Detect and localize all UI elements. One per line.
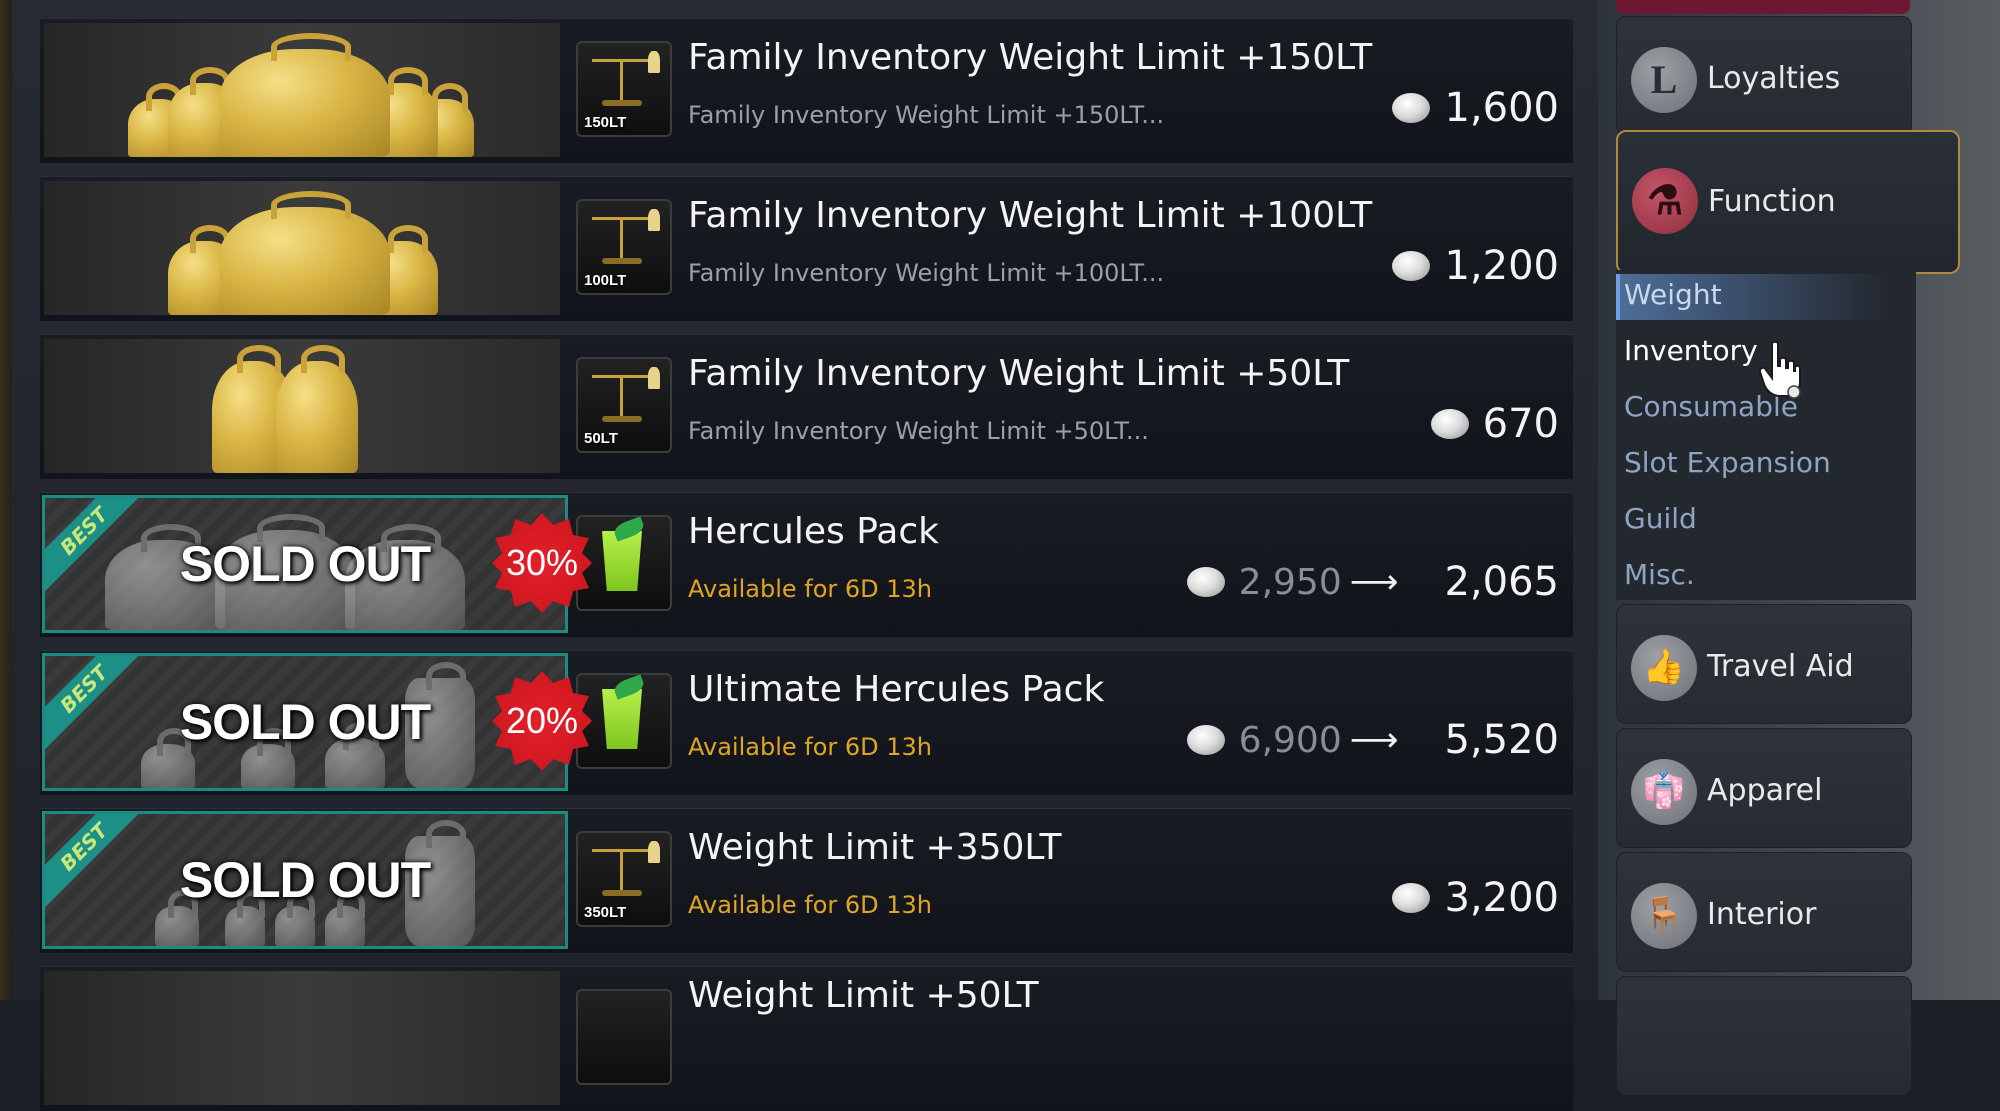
shop-item-row[interactable]: 50LT Family Inventory Weight Limit +50LT…	[40, 334, 1573, 479]
item-banner-image	[44, 339, 560, 473]
arrow-right-icon: ⟶	[1349, 562, 1399, 602]
category-label: Interior	[1707, 897, 1817, 932]
original-price: 6,900	[1238, 719, 1342, 761]
price-value: 670	[1482, 401, 1559, 447]
subcategory-inventory[interactable]: Inventory	[1624, 334, 1758, 367]
category-function[interactable]: ⚗ Function	[1616, 130, 1960, 274]
sold-out-label: SOLD OUT	[179, 536, 431, 592]
sold-out-label: SOLD OUT	[179, 852, 431, 908]
original-price: 2,950	[1238, 561, 1342, 603]
sold-out-label: SOLD OUT	[179, 694, 431, 750]
item-title: Weight Limit +350LT	[688, 827, 1062, 868]
category-apparel[interactable]: 👘 Apparel	[1616, 728, 1912, 848]
shop-item-row[interactable]: BEST SOLD OUT 30% Hercules Pack Availabl…	[40, 492, 1573, 637]
item-price: 2,950 ⟶ 2,065	[1186, 559, 1559, 605]
item-title: Family Inventory Weight Limit +50LT	[688, 353, 1350, 394]
category-sidebar: L Loyalties ⚗ Function Weight Inventory …	[1598, 0, 2000, 1096]
jacket-icon: 👘	[1631, 759, 1697, 825]
category-tab-top[interactable]	[1616, 0, 1910, 14]
category-label: Apparel	[1707, 773, 1823, 808]
item-banner-image: BEST SOLD OUT	[42, 653, 568, 791]
availability-timer: Available for 6D 13h	[688, 733, 933, 761]
shop-item-row[interactable]: 150LT Family Inventory Weight Limit +150…	[40, 18, 1573, 163]
pearl-currency-icon	[1186, 567, 1225, 597]
category-label: Loyalties	[1707, 61, 1841, 96]
item-banner-image: BEST SOLD OUT	[42, 811, 568, 949]
price-value: 1,600	[1444, 85, 1559, 131]
item-title: Family Inventory Weight Limit +150LT	[688, 37, 1373, 78]
category-next[interactable]	[1616, 976, 1912, 1096]
item-title: Hercules Pack	[688, 511, 939, 552]
item-banner-image	[44, 23, 560, 157]
price-value: 3,200	[1444, 875, 1559, 921]
shop-item-row[interactable]: BEST SOLD OUT 20% Ultimate Hercules Pack…	[40, 650, 1573, 795]
flask-icon: ⚗	[1632, 168, 1698, 234]
item-description: Family Inventory Weight Limit +50LT...	[688, 417, 1149, 445]
loyalty-l-icon: L	[1631, 47, 1697, 113]
weight-scale-icon	[576, 989, 672, 1085]
subcategory-list: Weight Inventory Consumable Slot Expansi…	[1616, 270, 1916, 600]
list-edge	[0, 0, 12, 1000]
weight-scale-icon: 350LT	[576, 831, 672, 927]
icon-caption: 150LT	[584, 114, 627, 131]
item-price: 6,900 ⟶ 5,520	[1186, 717, 1559, 763]
category-label: Travel Aid	[1707, 649, 1854, 684]
icon-caption: 50LT	[584, 430, 618, 447]
category-label: Function	[1708, 184, 1836, 219]
chair-icon: 🪑	[1631, 883, 1697, 949]
thumbs-up-icon: 👍	[1631, 635, 1697, 701]
arrow-right-icon: ⟶	[1349, 720, 1399, 760]
pearl-currency-icon	[1392, 251, 1431, 281]
pearl-currency-icon	[1186, 725, 1225, 755]
shop-item-row[interactable]: BEST SOLD OUT 350LT Weight Limit +350LT …	[40, 808, 1573, 953]
item-banner-image: BEST SOLD OUT	[42, 495, 568, 633]
category-travel-aid[interactable]: 👍 Travel Aid	[1616, 604, 1912, 724]
price-value: 5,520	[1444, 717, 1559, 763]
shop-item-row[interactable]: 100LT Family Inventory Weight Limit +100…	[40, 176, 1573, 321]
weight-scale-icon: 100LT	[576, 199, 672, 295]
item-price: 1,600	[1392, 85, 1559, 131]
item-title: Weight Limit +50LT	[688, 975, 1039, 1016]
pearl-currency-icon	[1392, 93, 1431, 123]
subcategory-weight[interactable]: Weight	[1624, 278, 1722, 311]
category-interior[interactable]: 🪑 Interior	[1616, 852, 1912, 972]
availability-timer: Available for 6D 13h	[688, 575, 933, 603]
price-value: 2,065	[1444, 559, 1559, 605]
item-title: Ultimate Hercules Pack	[688, 669, 1105, 710]
availability-timer: Available for 6D 13h	[688, 891, 933, 919]
item-banner-image	[44, 971, 560, 1105]
weight-scale-icon: 150LT	[576, 41, 672, 137]
pearl-currency-icon	[1392, 883, 1431, 913]
category-loyalties[interactable]: L Loyalties	[1616, 16, 1912, 136]
item-price: 670	[1430, 401, 1559, 447]
item-price: 3,200	[1392, 875, 1559, 921]
item-description: Family Inventory Weight Limit +150LT...	[688, 101, 1165, 129]
subcategory-misc[interactable]: Misc.	[1624, 558, 1695, 591]
hand-cursor-icon	[1758, 340, 1801, 399]
item-banner-image	[44, 181, 560, 315]
pearl-currency-icon	[1430, 409, 1469, 439]
item-title: Family Inventory Weight Limit +100LT	[688, 195, 1373, 236]
subcategory-slot-expansion[interactable]: Slot Expansion	[1624, 446, 1831, 479]
shop-item-row[interactable]: Weight Limit +50LT	[40, 966, 1573, 1111]
shop-item-list: 150LT Family Inventory Weight Limit +150…	[0, 0, 1598, 1111]
weight-scale-icon: 50LT	[576, 357, 672, 453]
icon-caption: 100LT	[584, 272, 627, 289]
icon-caption: 350LT	[584, 904, 627, 921]
item-price: 1,200	[1392, 243, 1559, 289]
item-description: Family Inventory Weight Limit +100LT...	[688, 259, 1165, 287]
subcategory-guild[interactable]: Guild	[1624, 502, 1697, 535]
price-value: 1,200	[1444, 243, 1559, 289]
